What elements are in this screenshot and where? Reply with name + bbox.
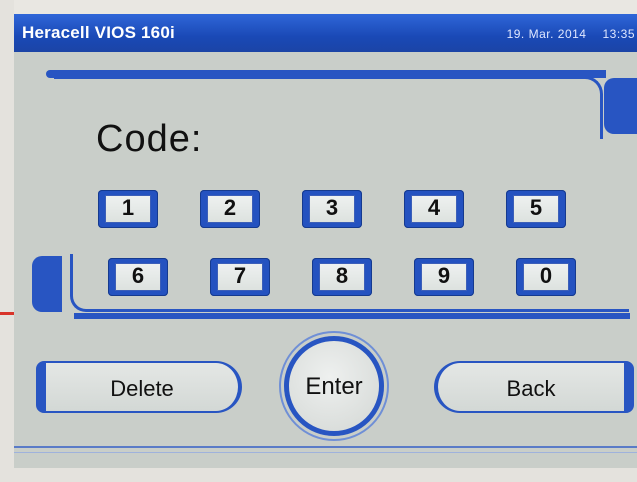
enter-button[interactable]: Enter — [284, 336, 384, 436]
key-label: 5 — [529, 195, 543, 220]
key-label: 1 — [121, 195, 135, 220]
key-4[interactable]: 4 — [404, 190, 464, 228]
device-bezel-left — [0, 0, 14, 482]
key-label: 0 — [539, 263, 553, 288]
key-9[interactable]: 9 — [414, 258, 474, 296]
key-7[interactable]: 7 — [210, 258, 270, 296]
time-display: 13:35 — [602, 27, 635, 41]
key-label: 6 — [131, 263, 145, 288]
device-bezel-bottom — [0, 468, 637, 482]
key-3[interactable]: 3 — [302, 190, 362, 228]
footer-divider — [14, 446, 637, 448]
key-label: 2 — [223, 195, 237, 220]
panel-bottom-bar — [74, 313, 630, 319]
title-bar: Heracell VIOS 160i 19. Mar. 2014 13:35 — [14, 14, 637, 52]
key-label: 3 — [325, 195, 339, 220]
key-0[interactable]: 0 — [516, 258, 576, 296]
delete-button[interactable]: Delete — [36, 361, 242, 413]
back-button[interactable]: Back — [434, 361, 634, 413]
date-time: 19. Mar. 2014 13:35 — [491, 27, 635, 41]
numeric-keypad: 1 2 3 4 5 6 7 8 9 0 — [98, 190, 578, 296]
enter-button-label: Enter — [305, 373, 363, 400]
touch-screen: Heracell VIOS 160i 19. Mar. 2014 13:35 Co… — [14, 14, 637, 468]
red-marker-line — [0, 312, 14, 315]
key-1[interactable]: 1 — [98, 190, 158, 228]
key-label: 9 — [437, 263, 451, 288]
app-title: Heracell VIOS 160i — [22, 23, 175, 42]
key-2[interactable]: 2 — [200, 190, 260, 228]
footer-divider-thin — [14, 452, 637, 453]
key-5[interactable]: 5 — [506, 190, 566, 228]
device-bezel-top — [0, 0, 637, 14]
key-8[interactable]: 8 — [312, 258, 372, 296]
key-6[interactable]: 6 — [108, 258, 168, 296]
key-label: 8 — [335, 263, 349, 288]
panel-bottom-tab — [32, 256, 62, 312]
date-display: 19. Mar. 2014 — [506, 27, 587, 41]
back-button-label: Back — [506, 376, 556, 401]
code-label: Code: — [96, 118, 203, 160]
panel-top-tab — [604, 78, 637, 134]
key-label: 7 — [233, 263, 247, 288]
delete-button-label: Delete — [110, 376, 174, 401]
key-label: 4 — [427, 195, 441, 220]
